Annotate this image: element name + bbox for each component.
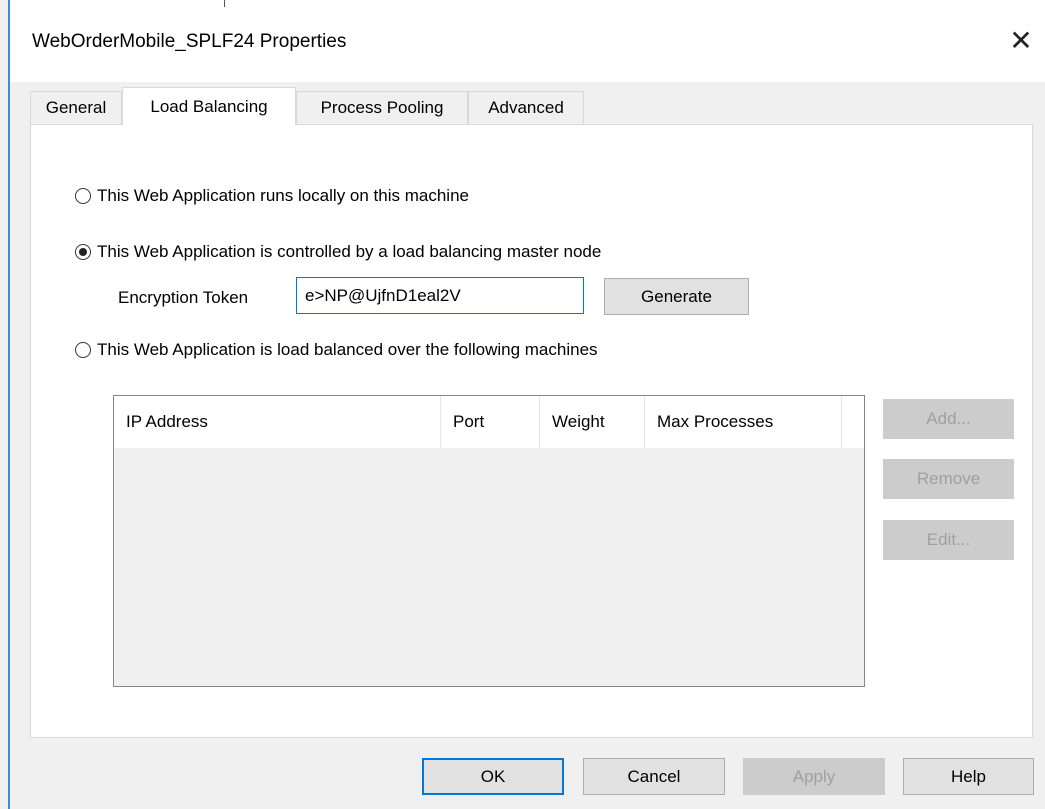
close-button[interactable]: ✕ <box>1003 22 1039 58</box>
title-bar[interactable]: WebOrderMobile_SPLF24 Properties ✕ <box>10 0 1045 82</box>
column-ip-address[interactable]: IP Address <box>114 396 441 448</box>
radio-master-node[interactable] <box>75 244 91 260</box>
tab-general[interactable]: General <box>30 91 122 124</box>
machines-list-header: IP Address Port Weight Max Processes <box>114 396 864 448</box>
column-port[interactable]: Port <box>441 396 540 448</box>
load-balancing-panel: This Web Application runs locally on thi… <box>30 124 1033 738</box>
encryption-token-label: Encryption Token <box>118 288 249 307</box>
encryption-token-input[interactable]: e>NP@UjfnD1eal2V <box>296 277 584 314</box>
tab-load-balancing[interactable]: Load Balancing <box>122 87 296 125</box>
column-max-processes[interactable]: Max Processes <box>645 396 842 448</box>
radio-local[interactable] <box>75 188 91 204</box>
remove-button[interactable]: Remove <box>883 459 1014 499</box>
option-master-node-label: This Web Application is controlled by a … <box>97 242 602 261</box>
column-weight[interactable]: Weight <box>540 396 645 448</box>
help-button[interactable]: Help <box>903 758 1034 795</box>
option-master-node[interactable]: This Web Application is controlled by a … <box>75 242 601 262</box>
apply-button[interactable]: Apply <box>743 758 885 795</box>
radio-load-balanced[interactable] <box>75 342 91 358</box>
option-load-balanced-label: This Web Application is load balanced ov… <box>97 340 598 359</box>
window-edge <box>8 0 10 809</box>
cancel-button[interactable]: Cancel <box>583 758 725 795</box>
window-title: WebOrderMobile_SPLF24 Properties <box>32 31 347 52</box>
machines-list[interactable]: IP Address Port Weight Max Processes <box>113 395 865 687</box>
tab-process-pooling[interactable]: Process Pooling <box>296 91 468 124</box>
properties-dialog: WebOrderMobile_SPLF24 Properties ✕ Gener… <box>0 0 1045 809</box>
option-local-label: This Web Application runs locally on thi… <box>97 186 469 205</box>
ok-button[interactable]: OK <box>422 758 564 795</box>
generate-button[interactable]: Generate <box>604 278 749 315</box>
title-bar-mark <box>224 0 225 7</box>
option-local[interactable]: This Web Application runs locally on thi… <box>75 186 469 206</box>
option-load-balanced[interactable]: This Web Application is load balanced ov… <box>75 340 598 360</box>
edit-button[interactable]: Edit... <box>883 520 1014 560</box>
tab-advanced[interactable]: Advanced <box>468 91 584 124</box>
close-icon: ✕ <box>1009 24 1033 56</box>
add-button[interactable]: Add... <box>883 399 1014 439</box>
